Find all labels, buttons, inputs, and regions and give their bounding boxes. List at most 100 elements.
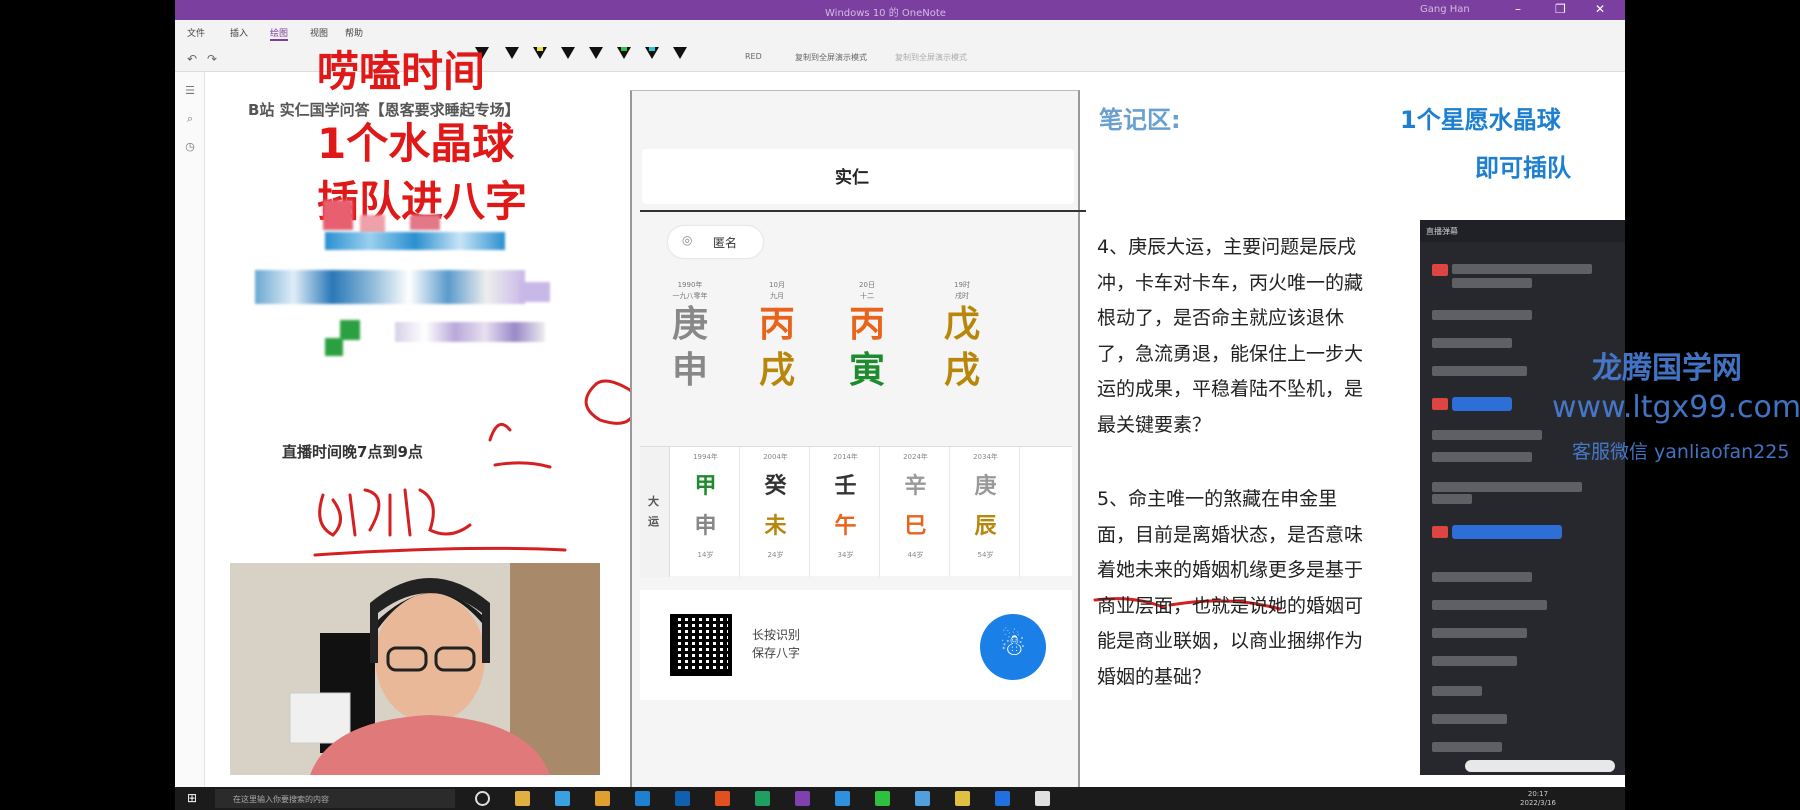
dayun-zhi: 未 — [764, 514, 787, 539]
pillar-gan: 庚 — [671, 304, 708, 345]
chat-message — [1432, 366, 1527, 376]
chat-title: 直播弹幕 — [1420, 220, 1625, 242]
watermark-url: www.ltgx99.com — [1552, 390, 1800, 425]
pillar-gan: 丙 — [848, 304, 885, 345]
pillar-hour: 19时 戌时 戊 戌 — [932, 280, 992, 394]
pillar-date: 1990年 — [677, 281, 703, 289]
clock-time: 20:17 — [1527, 790, 1549, 798]
pillar-date: 10月 — [769, 281, 785, 289]
pillar-zhi: 申 — [671, 350, 708, 391]
pillar-lunar: 十二 — [860, 292, 874, 300]
app-icon[interactable] — [715, 791, 730, 806]
webcam-feed — [230, 563, 600, 775]
taskbar-search[interactable]: 在这里输入你要搜索的内容 — [215, 789, 455, 808]
chat-message — [1432, 430, 1542, 440]
question-5: 5、命主唯一的煞藏在申金里面，目前是离婚状态，是否意味着她未来的婚姻机缘更多是基… — [1097, 488, 1364, 688]
store-icon[interactable] — [555, 791, 570, 806]
app-icon[interactable] — [955, 791, 970, 806]
chat-message — [1432, 572, 1532, 582]
dayun-gan: 甲 — [694, 474, 717, 499]
dayun-col: 2004年 癸 未 24岁 — [742, 447, 810, 577]
chat-message — [1432, 600, 1547, 610]
onenote-icon[interactable] — [795, 791, 810, 806]
crystal-line2: 即可插队 — [1475, 154, 1571, 182]
dayun-gan: 癸 — [764, 474, 787, 499]
app-icon[interactable] — [755, 791, 770, 806]
pillar-lunar: 一九八零年 — [672, 292, 708, 300]
app-icon[interactable] — [835, 791, 850, 806]
wechat-icon[interactable] — [875, 791, 890, 806]
qr-section: 长按识别 保存八字 ☃ — [640, 590, 1072, 700]
qr-caption: 长按识别 保存八字 — [752, 626, 800, 662]
onenote-window: Windows 10 的 OneNote Gang Han – ❐ ✕ 文件 插… — [175, 0, 1625, 810]
clock[interactable]: 20:17 2022/3/16 — [1520, 790, 1556, 808]
chat-message — [1452, 264, 1592, 274]
dayun-col: 2034年 庚 辰 54岁 — [952, 447, 1020, 577]
pillar-lunar: 九月 — [770, 292, 784, 300]
dayun-col: 2024年 辛 巳 44岁 — [882, 447, 950, 577]
pillar-date: 20日 — [859, 281, 875, 289]
pillar-zhi: 戌 — [943, 350, 980, 391]
user-badge — [1432, 526, 1448, 538]
dayun-year: 2034年 — [973, 453, 998, 461]
chat-message — [1432, 742, 1502, 752]
app-icon[interactable] — [995, 791, 1010, 806]
anon-toggle[interactable]: ◎ 匿名 — [668, 226, 763, 258]
dayun-year: 2024年 — [903, 453, 928, 461]
eye-off-icon: ◎ — [682, 233, 693, 247]
chat-panel: 直播弹幕 — [1420, 220, 1625, 775]
dayun-age: 14岁 — [697, 551, 714, 559]
chat-message — [1432, 338, 1512, 348]
search-placeholder: 在这里输入你要搜索的内容 — [233, 795, 329, 804]
chat-message — [1432, 628, 1527, 638]
pillar-zhi: 寅 — [848, 350, 885, 391]
question-4: 4、庚辰大运，主要问题是辰戌冲，卡车对卡车，丙火唯一的藏根动了，是否命主就应该退… — [1097, 236, 1364, 436]
pillar-day: 20日 十二 丙 寅 — [837, 280, 897, 394]
taskbar: ⊞ 在这里输入你要搜索的内容 20:17 2022/3/16 — [175, 787, 1625, 810]
dayun-zhi: 辰 — [974, 514, 997, 539]
app-icon[interactable] — [915, 791, 930, 806]
chat-message — [1432, 494, 1472, 504]
pillar-zhi: 戌 — [758, 350, 795, 391]
dayun-zhi: 巳 — [904, 514, 927, 539]
qr-code-icon[interactable] — [670, 614, 732, 676]
dayun-age: 34岁 — [837, 551, 854, 559]
dayun-col: 1994年 甲 申 14岁 — [672, 447, 740, 577]
dayun-gan: 辛 — [904, 474, 927, 499]
pillar-month: 10月 九月 丙 戌 — [747, 280, 807, 394]
divider — [640, 210, 1086, 212]
dayun-gan: 庚 — [974, 474, 997, 499]
user-badge — [1432, 398, 1448, 410]
edge-icon[interactable] — [635, 791, 650, 806]
file-explorer-icon[interactable] — [515, 791, 530, 806]
dayun-zhi: 午 — [834, 514, 857, 539]
chat-message — [1432, 656, 1517, 666]
user-badge — [1432, 264, 1448, 276]
dayun-year: 1994年 — [693, 453, 718, 461]
chat-message — [1432, 452, 1532, 462]
windows-start-icon[interactable]: ⊞ — [187, 791, 197, 805]
dayun-zhi: 申 — [694, 514, 717, 539]
chrome-icon[interactable] — [595, 791, 610, 806]
dayun-year: 2004年 — [763, 453, 788, 461]
anon-label: 匿名 — [713, 236, 738, 250]
phone-title: 实仁 — [835, 168, 869, 188]
chat-message — [1432, 714, 1507, 724]
qr-caption-line: 长按识别 — [752, 628, 801, 642]
app-icon[interactable] — [1035, 791, 1050, 806]
chat-message — [1452, 278, 1532, 288]
pillar-gan: 丙 — [758, 304, 795, 345]
dayun-label: 大运 — [648, 495, 659, 528]
notes-label: 笔记区: — [1099, 106, 1181, 134]
pillar-year: 1990年 一九八零年 庚 申 — [660, 280, 720, 394]
watermark-title: 龙腾国学网 — [1592, 351, 1742, 386]
chat-message — [1432, 310, 1532, 320]
dayun-gan: 壬 — [834, 474, 857, 499]
pillar-gan: 戊 — [943, 304, 980, 345]
dayun-age: 24岁 — [767, 551, 784, 559]
mail-icon[interactable] — [675, 791, 690, 806]
person-icon[interactable]: ☃ — [980, 614, 1046, 680]
task-view-icon[interactable] — [475, 791, 490, 806]
watermark-contact: 客服微信 yanliaofan225 — [1572, 441, 1790, 463]
chat-input[interactable] — [1465, 760, 1615, 772]
